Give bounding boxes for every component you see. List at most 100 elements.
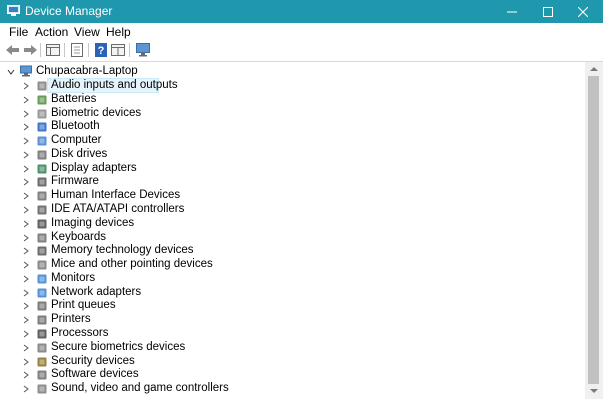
toolbar: ? <box>0 40 603 62</box>
menu-view[interactable]: View <box>74 25 100 39</box>
category-label[interactable]: Secure biometrics devices <box>51 341 185 354</box>
vertical-scrollbar[interactable] <box>585 62 603 399</box>
menu-file[interactable]: File <box>9 25 28 39</box>
category-label[interactable]: Mice and other pointing devices <box>51 258 213 271</box>
expand-chevron-icon[interactable] <box>22 206 30 214</box>
resources-view-icon[interactable] <box>110 42 126 58</box>
minimize-button[interactable] <box>495 0 529 23</box>
secure-biometric-icon <box>37 343 47 353</box>
expand-chevron-icon[interactable] <box>22 165 30 173</box>
title-bar: Device Manager <box>0 0 603 23</box>
category-label[interactable]: Security devices <box>51 355 135 368</box>
sound-controller-icon <box>37 384 47 394</box>
monitor-scan-icon[interactable] <box>135 42 151 58</box>
expand-chevron-icon[interactable] <box>22 234 30 242</box>
category-label[interactable]: Printers <box>51 313 91 326</box>
back-arrow-icon[interactable] <box>5 42 21 58</box>
software-device-icon <box>37 370 47 380</box>
category-label[interactable]: Sound, video and game controllers <box>51 382 229 395</box>
monitor-icon <box>37 274 47 284</box>
security-device-icon <box>37 357 47 367</box>
category-label[interactable]: Computer <box>51 134 102 147</box>
expand-chevron-icon[interactable] <box>22 385 30 393</box>
expand-chevron-icon[interactable] <box>22 247 30 255</box>
toolbar-separator <box>129 43 130 57</box>
hid-icon <box>37 191 47 201</box>
expand-chevron-icon[interactable] <box>22 289 30 297</box>
keyboard-icon <box>37 233 47 243</box>
camera-icon <box>37 219 47 229</box>
expand-chevron-icon[interactable] <box>22 261 30 269</box>
close-button[interactable] <box>566 0 600 23</box>
category-label[interactable]: Disk drives <box>51 148 107 161</box>
processor-icon <box>37 329 47 339</box>
toolbar-separator <box>88 43 89 57</box>
ide-controller-icon <box>37 205 47 215</box>
scroll-down-icon[interactable] <box>590 389 598 393</box>
expand-chevron-icon[interactable] <box>22 110 30 118</box>
battery-icon <box>37 95 47 105</box>
collapse-chevron-icon[interactable] <box>7 68 15 76</box>
category-label[interactable]: Batteries <box>51 93 96 106</box>
category-label[interactable]: Monitors <box>51 272 95 285</box>
expand-chevron-icon[interactable] <box>22 82 30 90</box>
svg-text:?: ? <box>98 45 105 57</box>
expand-chevron-icon[interactable] <box>22 178 30 186</box>
category-label[interactable]: Software devices <box>51 368 139 381</box>
category-label[interactable]: Biometric devices <box>51 107 141 120</box>
expand-chevron-icon[interactable] <box>22 302 30 310</box>
expand-chevron-icon[interactable] <box>22 275 30 283</box>
menu-bar: File Action View Help <box>0 23 603 40</box>
category-label[interactable]: Processors <box>51 327 109 340</box>
computer-root-icon <box>20 65 32 77</box>
memory-icon <box>37 246 47 256</box>
category-label[interactable]: Bluetooth <box>51 120 100 133</box>
close-icon <box>578 6 588 17</box>
bluetooth-icon <box>37 122 47 132</box>
expand-chevron-icon[interactable] <box>22 220 30 228</box>
category-label[interactable]: Firmware <box>51 175 99 188</box>
maximize-button[interactable] <box>531 0 565 23</box>
expand-chevron-icon[interactable] <box>22 96 30 104</box>
disk-drive-icon <box>37 150 47 160</box>
category-label[interactable]: Imaging devices <box>51 217 134 230</box>
category-label[interactable]: Keyboards <box>51 231 106 244</box>
root-node-label[interactable]: Chupacabra-Laptop <box>36 65 138 78</box>
category-label[interactable]: Audio inputs and outputs <box>51 79 178 92</box>
biometric-icon <box>37 109 47 119</box>
display-adapter-icon <box>37 164 47 174</box>
expand-chevron-icon[interactable] <box>22 330 30 338</box>
expand-chevron-icon[interactable] <box>22 371 30 379</box>
forward-arrow-icon[interactable] <box>22 42 38 58</box>
expand-chevron-icon[interactable] <box>22 137 30 145</box>
mouse-icon <box>37 260 47 270</box>
expand-chevron-icon[interactable] <box>22 123 30 131</box>
toolbar-separator <box>64 43 65 57</box>
list-view-icon[interactable] <box>69 42 85 58</box>
help-icon[interactable]: ? <box>93 42 109 58</box>
computer-icon <box>37 136 47 146</box>
device-tree: Chupacabra-Laptop Audio inputs and outpu… <box>0 62 585 399</box>
window-title: Device Manager <box>25 4 113 18</box>
firmware-icon <box>37 177 47 187</box>
scroll-thumb[interactable] <box>588 76 599 384</box>
toolbar-separator <box>40 43 41 57</box>
expand-chevron-icon[interactable] <box>22 151 30 159</box>
menu-action[interactable]: Action <box>35 25 68 39</box>
printer-icon <box>37 315 47 325</box>
category-label[interactable]: Memory technology devices <box>51 244 194 257</box>
category-label[interactable]: Display adapters <box>51 162 137 175</box>
minimize-icon <box>507 11 517 12</box>
expand-chevron-icon[interactable] <box>22 344 30 352</box>
expand-chevron-icon[interactable] <box>22 316 30 324</box>
category-label[interactable]: Human Interface Devices <box>51 189 180 202</box>
category-label[interactable]: Print queues <box>51 299 116 312</box>
expand-chevron-icon[interactable] <box>22 358 30 366</box>
category-label[interactable]: IDE ATA/ATAPI controllers <box>51 203 184 216</box>
network-adapter-icon <box>37 288 47 298</box>
menu-help[interactable]: Help <box>106 25 131 39</box>
scroll-up-icon[interactable] <box>590 67 598 71</box>
properties-pane-icon[interactable] <box>45 42 61 58</box>
category-label[interactable]: Network adapters <box>51 286 141 299</box>
expand-chevron-icon[interactable] <box>22 192 30 200</box>
